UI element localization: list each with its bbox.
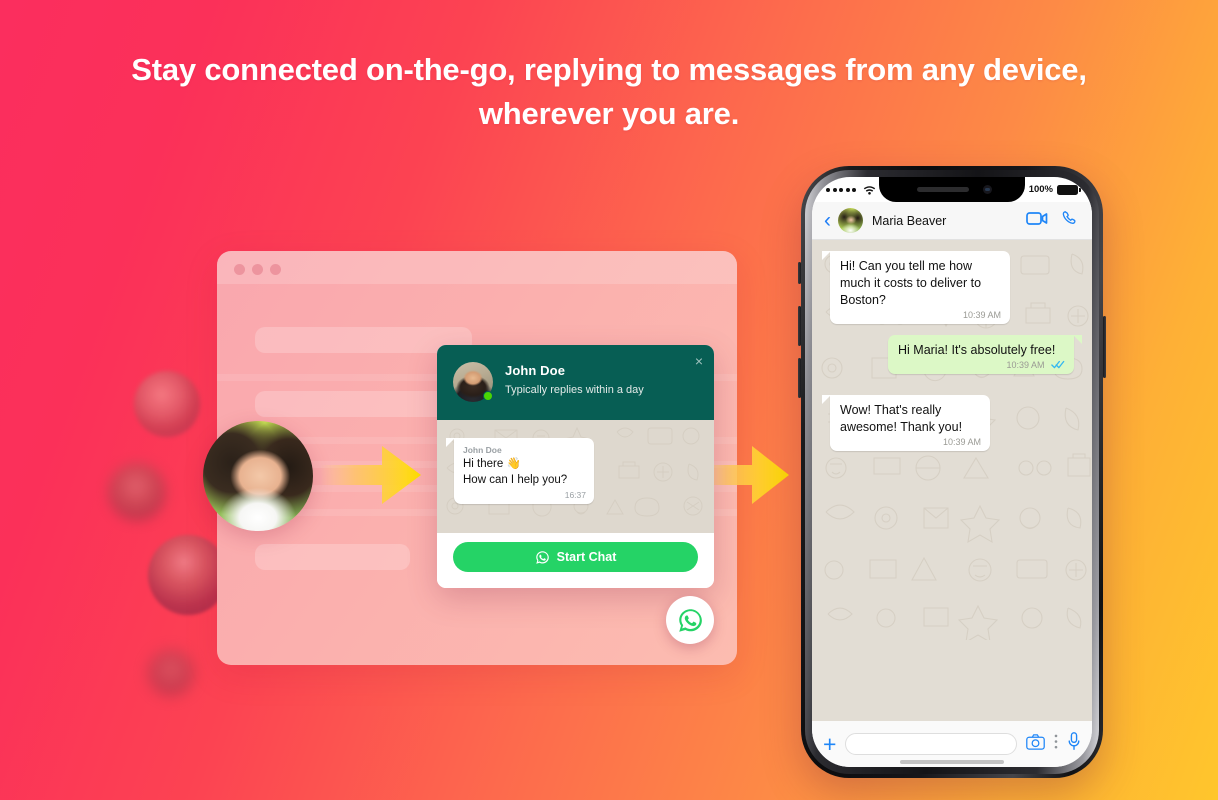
close-icon[interactable]: × [695,354,703,368]
start-chat-button[interactable]: Start Chat [453,542,698,572]
agent-name: John Doe [505,363,566,378]
phone-call-icon[interactable] [1061,209,1080,233]
message-sender: John Doe [463,445,502,455]
widget-conversation: John Doe Hi there 👋 How can I help you? … [437,420,714,533]
whatsapp-fab-button[interactable] [666,596,714,644]
message-line-1: Hi there 👋 [463,458,521,470]
placeholder-block [255,544,410,570]
message-text: Hi! Can you tell me how much it costs to… [840,259,982,307]
front-camera [983,185,992,194]
arrow-avatar-to-browser [320,446,421,504]
background-avatar-4 [148,650,194,696]
volume-down-button[interactable] [798,358,801,398]
camera-icon[interactable] [1026,733,1045,755]
home-indicator[interactable] [900,760,1004,764]
more-vertical-icon[interactable] [1054,734,1058,754]
message-time: 10:39 AM [1006,360,1045,370]
chat-message-incoming: Hi! Can you tell me how much it costs to… [822,251,1010,324]
message-text: Wow! That's really awesome! Thank you! [840,403,963,434]
agent-avatar [453,362,493,402]
browser-title-bar [217,251,737,284]
chat-header: ‹ Maria Beaver [812,202,1092,240]
chat-message-outgoing: Hi Maria! It's absolutely free! 10:39 AM [888,335,1082,374]
phone-notch [879,177,1025,202]
earpiece-speaker [917,187,969,192]
message-time: 16:37 [564,490,586,500]
battery-full-icon [1057,184,1081,195]
window-maximize-dot[interactable] [270,264,281,275]
message-time: 10:39 AM [942,437,981,447]
video-call-icon[interactable] [1026,211,1048,231]
background-avatar-2 [108,463,166,521]
promo-banner: Stay connected on-the-go, replying to me… [0,0,1218,800]
chat-message-list[interactable]: Hi! Can you tell me how much it costs to… [812,240,1092,721]
featured-avatar [203,421,313,531]
whatsapp-chat-widget: John Doe Typically replies within a day … [437,345,714,588]
chevron-left-icon[interactable]: ‹ [824,210,831,231]
battery-percent: 100% [1028,184,1053,195]
read-receipt-double-check-icon [1051,360,1065,369]
background-avatar-1 [134,371,200,437]
volume-up-button[interactable] [798,306,801,346]
power-button[interactable] [1103,316,1106,378]
widget-header: John Doe Typically replies within a day … [437,345,714,420]
wifi-icon [863,185,875,195]
window-minimize-dot[interactable] [252,264,263,275]
whatsapp-icon [678,608,702,632]
contact-name: Maria Beaver [872,213,947,228]
window-close-dot[interactable] [234,264,245,275]
message-time: 10:39 AM [962,310,1001,320]
message-time-row: 10:39 AM [898,360,1065,370]
signal-strength-icon [826,185,876,195]
widget-message-bubble: John Doe Hi there 👋 How can I help you? … [446,438,594,504]
agent-status: Typically replies within a day [505,384,644,396]
widget-footer: Start Chat [437,533,714,588]
message-text: Hi Maria! It's absolutely free! [898,343,1056,357]
silent-switch[interactable] [798,262,801,284]
plus-icon[interactable]: + [823,733,836,756]
message-line-2: How can I help you? [463,474,568,486]
smartphone-mockup: 100% ‹ Maria Beaver Hi! Can you tell me … [798,166,1106,778]
start-chat-label: Start Chat [556,550,617,564]
page-title: Stay connected on-the-go, replying to me… [131,52,1087,131]
microphone-icon[interactable] [1067,732,1081,756]
chat-message-incoming: Wow! That's really awesome! Thank you! 1… [822,395,990,451]
contact-avatar[interactable] [838,208,863,233]
phone-screen: 100% ‹ Maria Beaver Hi! Can you tell me … [812,177,1092,767]
background-avatar-3 [148,535,228,615]
message-input[interactable] [845,733,1017,755]
online-status-dot [483,391,493,401]
whatsapp-icon [535,550,549,564]
